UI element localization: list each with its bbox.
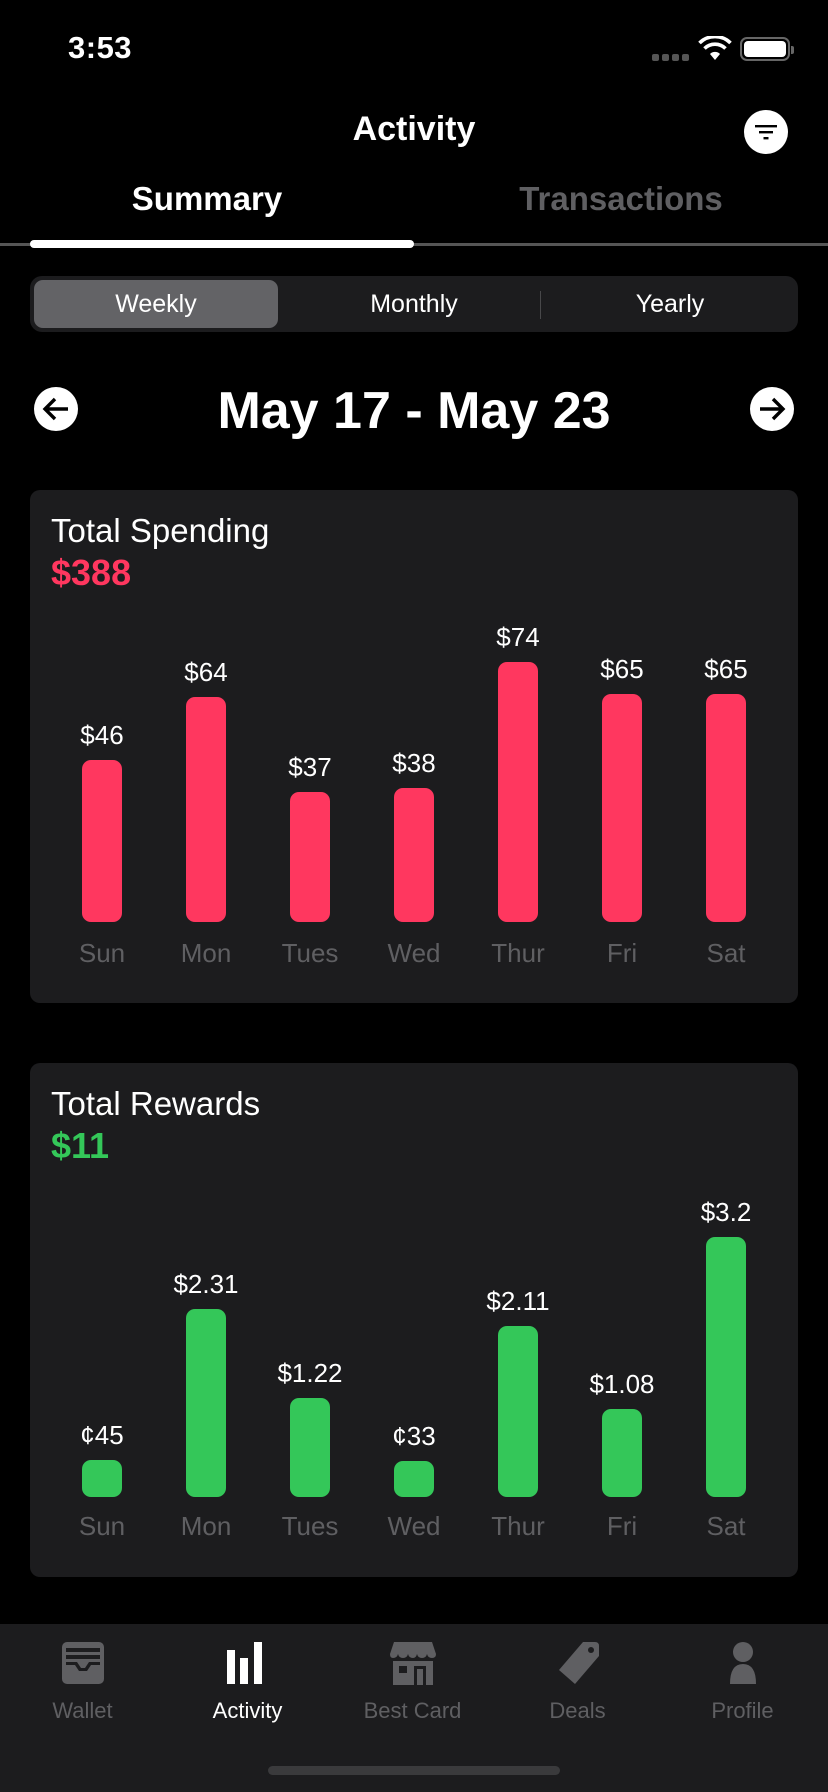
period-monthly[interactable]: Monthly — [286, 280, 542, 328]
rewards-bar-chart: ¢45 Sun $2.31 Mon $1.22 Tues ¢33 Wed $2.11 Thur $1… — [30, 1063, 798, 1577]
day-label: Tues — [281, 1511, 339, 1541]
day-label: Fri — [606, 1511, 638, 1541]
bar-value-label: $3.2 — [700, 1197, 752, 1227]
storefront-icon — [389, 1642, 436, 1685]
tabbar-label: Wallet — [52, 1698, 113, 1723]
filter-button[interactable] — [744, 110, 788, 154]
date-navigator: May 17 - May 23 — [0, 375, 828, 455]
day-label: Mon — [180, 1511, 232, 1541]
bar-value-label: $37 — [288, 752, 332, 782]
cellular-signal-icon — [652, 54, 689, 61]
day-label: Sat — [706, 1511, 746, 1541]
bar-value-label: $2.11 — [486, 1285, 550, 1316]
day-label: Wed — [387, 1511, 441, 1541]
day-label: Thur — [491, 1511, 545, 1541]
arrow-right-circle-icon — [760, 397, 786, 421]
tab-summary[interactable]: Summary — [0, 180, 414, 218]
wifi-icon — [698, 36, 732, 60]
bar-value-label: $64 — [184, 657, 228, 688]
status-time: 3:53 — [68, 30, 133, 65]
period-weekly[interactable]: Weekly — [34, 280, 278, 328]
day-label: Sun — [78, 1511, 126, 1541]
home-indicator — [268, 1766, 560, 1775]
page-title: Activity — [352, 110, 476, 148]
tabbar-best-card[interactable]: Best Card — [330, 1638, 495, 1738]
tabbar-deals[interactable]: Deals — [495, 1638, 660, 1738]
bar-thur — [498, 662, 538, 922]
day-label: Wed — [387, 938, 441, 968]
date-range-label: May 17 - May 23 — [217, 382, 611, 440]
status-bar: 3:53 — [0, 0, 828, 90]
bar-thur — [498, 1325, 538, 1497]
day-label: Sun — [78, 938, 126, 968]
period-selector: Weekly Monthly Yearly — [30, 276, 798, 332]
tag-icon — [558, 1642, 599, 1684]
bar-value-label: $2.31 — [173, 1269, 239, 1300]
bar-value-label: $38 — [392, 748, 436, 779]
bar-fri — [602, 1409, 642, 1497]
tabbar-wallet[interactable]: Wallet — [0, 1638, 165, 1738]
next-week-button[interactable] — [750, 387, 794, 431]
day-label: Mon — [180, 938, 232, 968]
tabbar-profile[interactable]: Profile — [660, 1638, 825, 1738]
spending-bar-chart: $46 Sun $64 Mon $37 Tues $38 Wed $74 Thur $65 Fri $6… — [30, 490, 798, 1003]
bar-value-label: $65 — [600, 653, 644, 684]
battery-icon — [740, 37, 794, 61]
bar-value-label: $1.08 — [589, 1369, 655, 1400]
day-label: Fri — [606, 938, 638, 968]
wallet-icon — [61, 1642, 104, 1684]
bar-chart-icon — [226, 1642, 262, 1684]
tabbar-label: Activity — [212, 1698, 283, 1723]
bar-wed — [394, 788, 434, 922]
bar-value-label: ¢45 — [80, 1420, 124, 1451]
segment-divider — [540, 291, 541, 319]
filter-icon — [755, 125, 777, 140]
bar-tues — [290, 1397, 330, 1497]
bar-sun — [82, 760, 122, 922]
bar-sun — [82, 1460, 122, 1497]
bar-sat — [706, 693, 746, 922]
rewards-card: Total Rewards $11 ¢45 Sun $2.31 Mon $1.22 Tue… — [30, 1063, 798, 1577]
bar-value-label: ¢33 — [392, 1421, 436, 1451]
bar-value-label: $46 — [80, 720, 124, 751]
bar-tues — [290, 792, 330, 922]
bar-value-label: $74 — [496, 622, 540, 652]
tabbar-label: Best Card — [363, 1698, 462, 1723]
spending-card: Total Spending $388 $46 Sun $64 Mon $37 Tues $… — [30, 490, 798, 1003]
bar-fri — [602, 693, 642, 922]
tabbar-label: Deals — [549, 1698, 606, 1723]
tab-active-indicator — [30, 240, 414, 248]
bar-wed — [394, 1461, 434, 1497]
person-icon — [729, 1642, 756, 1684]
day-label: Sat — [706, 938, 746, 968]
tabbar-activity[interactable]: Activity — [165, 1638, 330, 1738]
bar-sat — [706, 1237, 746, 1497]
day-label: Thur — [491, 938, 545, 968]
bar-value-label: $1.22 — [277, 1357, 343, 1388]
period-yearly[interactable]: Yearly — [542, 280, 798, 328]
tab-transactions[interactable]: Transactions — [414, 180, 828, 218]
day-label: Tues — [281, 938, 339, 968]
bar-mon — [186, 1309, 226, 1497]
tabbar-label: Profile — [711, 1698, 774, 1723]
bar-value-label: $65 — [704, 653, 748, 684]
bar-mon — [186, 697, 226, 922]
